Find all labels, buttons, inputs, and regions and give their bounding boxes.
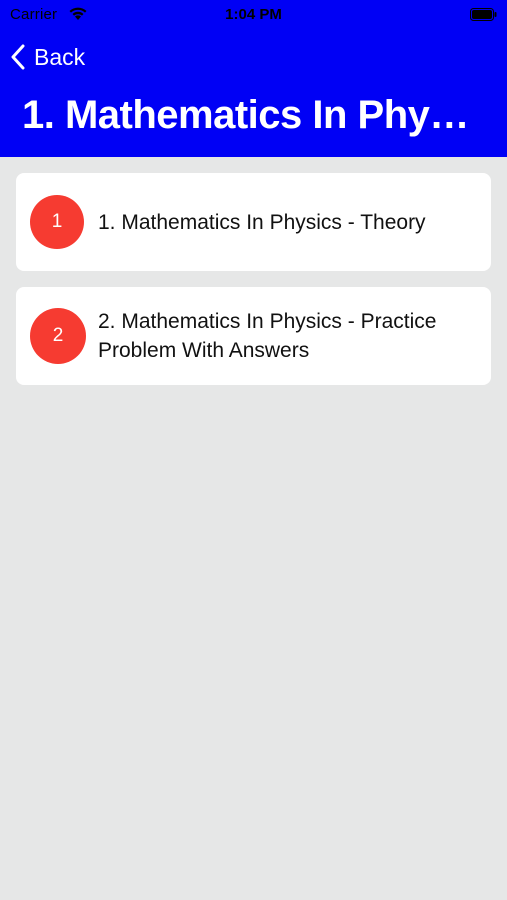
list-item[interactable]: 2 2. Mathematics In Physics - Practice P… [16,287,491,385]
header: Carrier 1:04 PM Back 1. Mathematics In P… [0,0,507,157]
back-button[interactable]: Back [10,42,85,72]
chapter-list: 1 1. Mathematics In Physics - Theory 2 2… [16,173,491,401]
chevron-left-icon [11,44,25,70]
status-bar: Carrier 1:04 PM [0,0,507,30]
list-item-label: 1. Mathematics In Physics - Theory [98,210,426,234]
number-badge: 2 [30,308,86,364]
page-title: 1. Mathematics In Physics [22,93,482,137]
status-time: 1:04 PM [225,6,282,23]
number-badge: 1 [30,195,84,249]
list-item-label: 2. Mathematics In Physics - Practice Pro… [98,310,437,362]
list-item[interactable]: 1 1. Mathematics In Physics - Theory [16,173,491,271]
back-label: Back [34,43,86,70]
battery-icon [470,8,497,21]
